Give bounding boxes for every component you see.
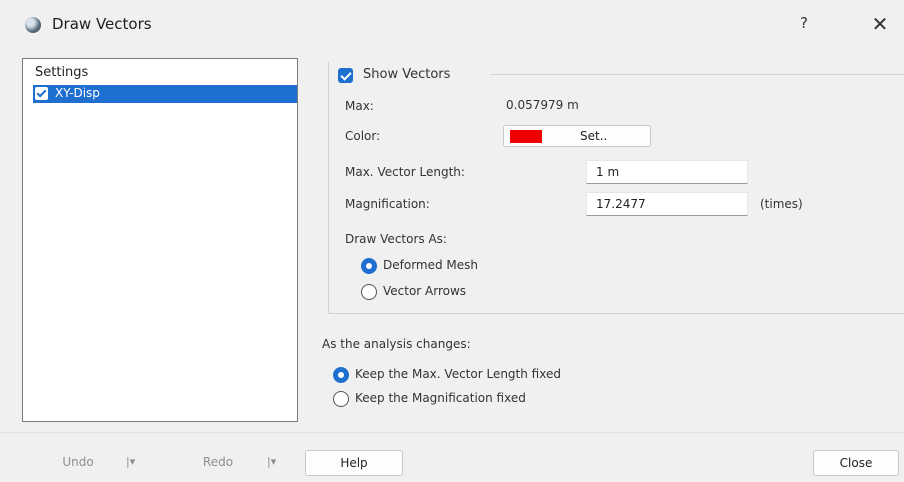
tree-item-label: XY-Disp — [55, 86, 100, 100]
magnification-label: Magnification: — [345, 197, 430, 211]
undo-button[interactable]: Undo — [40, 450, 116, 476]
tree-item-xy-disp[interactable]: XY-Disp — [33, 85, 297, 103]
deformed-mesh-label[interactable]: Deformed Mesh — [383, 258, 478, 272]
keep-vector-length-label[interactable]: Keep the Max. Vector Length fixed — [355, 367, 561, 381]
magnification-unit: (times) — [760, 197, 803, 211]
max-label: Max: — [345, 99, 374, 113]
vector-arrows-radio[interactable] — [361, 284, 377, 300]
vector-arrows-label[interactable]: Vector Arrows — [383, 284, 466, 298]
close-button[interactable]: Close — [813, 450, 899, 476]
max-vector-length-input[interactable]: 1 m — [586, 160, 748, 184]
footer-divider — [0, 432, 904, 433]
draw-vectors-as-label: Draw Vectors As: — [345, 232, 447, 246]
keep-magnification-label[interactable]: Keep the Magnification fixed — [355, 391, 526, 405]
show-vectors-checkbox[interactable] — [338, 68, 353, 83]
help-button[interactable]: Help — [305, 450, 403, 476]
magnification-input[interactable]: 17.2477 — [586, 192, 748, 216]
max-value: 0.057979 m — [506, 98, 579, 112]
deformed-mesh-radio[interactable] — [361, 258, 377, 274]
keep-magnification-radio[interactable] — [333, 391, 349, 407]
close-icon[interactable]: ✕ — [869, 12, 891, 36]
title-bar: Draw Vectors ? ✕ — [0, 0, 904, 50]
group-divider — [490, 74, 904, 75]
analysis-changes-label: As the analysis changes: — [322, 337, 471, 351]
keep-vector-length-radio[interactable] — [333, 367, 349, 383]
window-title: Draw Vectors — [52, 15, 152, 33]
color-label: Color: — [345, 129, 381, 143]
settings-panel: Settings XY-Disp — [22, 58, 298, 422]
help-icon[interactable]: ? — [794, 14, 814, 36]
redo-button[interactable]: Redo — [180, 450, 256, 476]
settings-header: Settings — [35, 65, 89, 80]
set-button-label: Set.. — [580, 129, 608, 143]
vector-settings-group — [328, 62, 904, 314]
color-swatch — [510, 130, 542, 143]
color-set-button[interactable]: Set.. — [503, 125, 651, 147]
checkbox-icon[interactable] — [35, 87, 48, 100]
redo-dropdown-icon[interactable]: |▾ — [267, 455, 276, 468]
undo-dropdown-icon[interactable]: |▾ — [126, 455, 135, 468]
globe-icon — [25, 17, 41, 33]
max-vector-length-label: Max. Vector Length: — [345, 165, 465, 179]
show-vectors-label[interactable]: Show Vectors — [363, 67, 450, 82]
